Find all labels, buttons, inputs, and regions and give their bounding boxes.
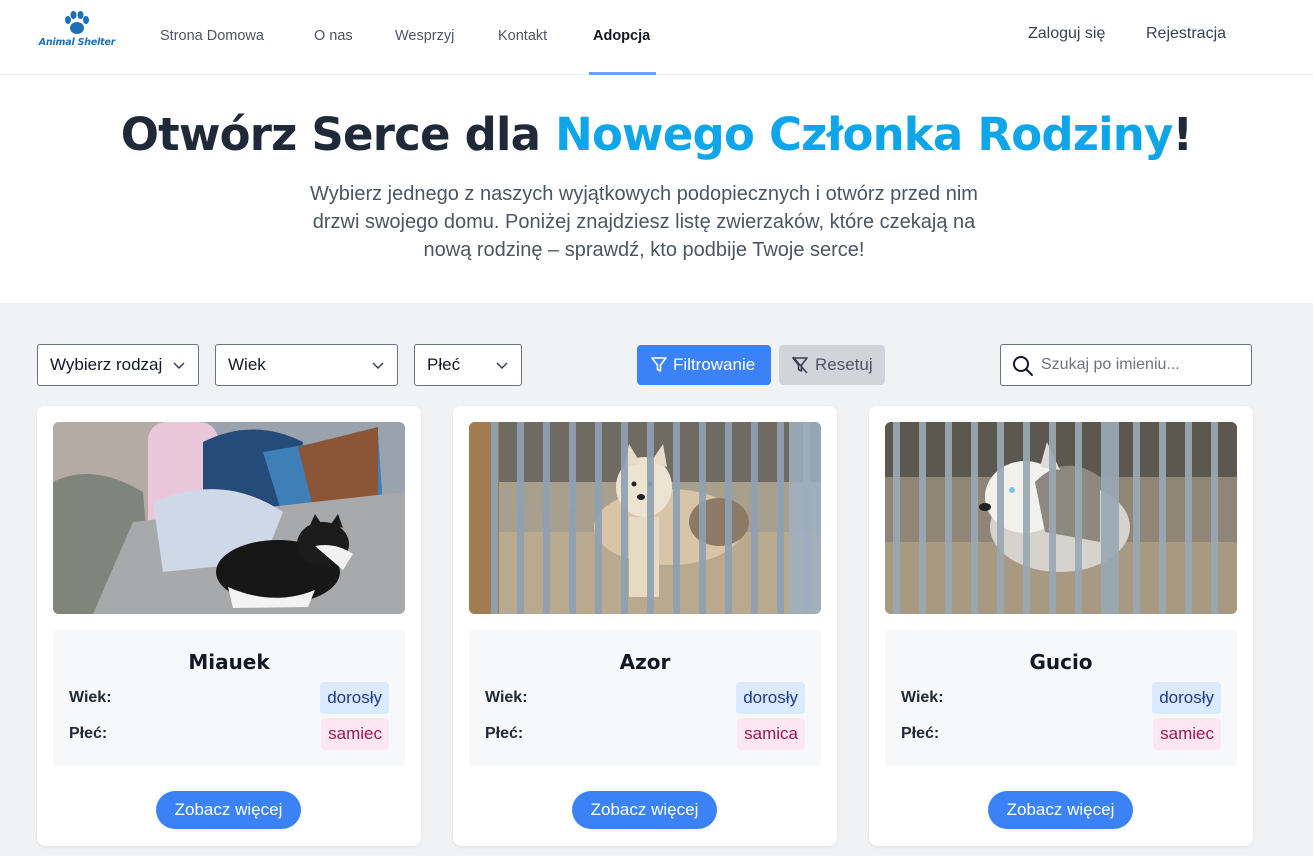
age-badge: dorosły bbox=[320, 682, 389, 714]
search-input[interactable] bbox=[1041, 353, 1241, 377]
chevron-down-icon bbox=[496, 362, 508, 370]
pet-name: Azor bbox=[619, 650, 671, 674]
sex-badge: samiec bbox=[1153, 718, 1221, 750]
search-icon bbox=[1013, 356, 1033, 376]
sex-select[interactable]: Płeć bbox=[414, 344, 522, 386]
filter-icon bbox=[651, 357, 667, 372]
pet-info: Miauek Wiek: dorosły Płeć: samiec bbox=[53, 630, 405, 766]
brand-logo[interactable]: Animal Shelter bbox=[36, 10, 118, 58]
sex-select-value: Płeć bbox=[427, 355, 461, 374]
brand-name: Animal Shelter bbox=[38, 37, 116, 48]
age-select-value: Wiek bbox=[228, 355, 266, 374]
chevron-down-icon bbox=[372, 362, 384, 370]
type-select-value: Wybierz rodzaj bbox=[50, 355, 163, 374]
pet-name: Miauek bbox=[188, 650, 270, 674]
pet-info: Gucio Wiek: dorosły Płeć: samiec bbox=[885, 630, 1237, 766]
pet-card: Azor Wiek: dorosły Płeć: samica Zobacz w… bbox=[453, 406, 837, 846]
filter-button[interactable]: Filtrowanie bbox=[637, 345, 771, 385]
age-label: Wiek: bbox=[69, 689, 112, 706]
see-more-button[interactable]: Zobacz więcej bbox=[988, 791, 1133, 829]
top-navbar: Animal Shelter Strona Domowa O nas Wespr… bbox=[0, 0, 1313, 75]
sex-badge: samica bbox=[737, 718, 805, 750]
type-select[interactable]: Wybierz rodzaj bbox=[37, 344, 199, 386]
sex-label: Płeć: bbox=[69, 725, 108, 742]
filter-off-icon bbox=[792, 356, 808, 374]
pet-info: Azor Wiek: dorosły Płeć: samica bbox=[469, 630, 821, 766]
pet-card: Miauek Wiek: dorosły Płeć: samiec Zobacz… bbox=[37, 406, 421, 846]
register-link[interactable]: Rejestracja bbox=[1146, 25, 1226, 43]
pet-photo[interactable] bbox=[469, 422, 821, 614]
pet-photo[interactable] bbox=[53, 422, 405, 614]
active-tab-indicator bbox=[589, 72, 656, 75]
sex-label: Płeć: bbox=[485, 725, 524, 742]
title-end: ! bbox=[1172, 108, 1194, 161]
pet-name: Gucio bbox=[1029, 650, 1093, 674]
paw-icon bbox=[65, 11, 89, 34]
nav-adoption[interactable]: Adopcja bbox=[593, 28, 650, 44]
page-title: Otwórz Serce dla Nowego Członka Rodziny! bbox=[0, 108, 1313, 161]
pet-photo[interactable] bbox=[885, 422, 1237, 614]
nav-support[interactable]: Wesprzyj bbox=[395, 28, 454, 44]
sex-badge: samiec bbox=[321, 718, 389, 750]
chevron-down-icon bbox=[173, 362, 185, 370]
filter-button-label: Filtrowanie bbox=[673, 355, 756, 374]
age-label: Wiek: bbox=[485, 689, 528, 706]
nav-home[interactable]: Strona Domowa bbox=[160, 28, 264, 44]
reset-button-label: Resetuj bbox=[815, 355, 873, 374]
sex-label: Płeć: bbox=[901, 725, 940, 742]
pet-card: Gucio Wiek: dorosły Płeć: samiec Zobacz … bbox=[869, 406, 1253, 846]
age-badge: dorosły bbox=[736, 682, 805, 714]
age-label: Wiek: bbox=[901, 689, 944, 706]
title-accent: Nowego Członka Rodziny bbox=[555, 108, 1173, 161]
age-badge: dorosły bbox=[1152, 682, 1221, 714]
see-more-button[interactable]: Zobacz więcej bbox=[156, 791, 301, 829]
login-link[interactable]: Zaloguj się bbox=[1028, 25, 1105, 43]
nav-contact[interactable]: Kontakt bbox=[498, 28, 547, 44]
title-start: Otwórz Serce dla bbox=[120, 108, 556, 161]
reset-button[interactable]: Resetuj bbox=[779, 345, 885, 385]
see-more-button[interactable]: Zobacz więcej bbox=[572, 791, 717, 829]
nav-about[interactable]: O nas bbox=[314, 28, 353, 44]
search-box[interactable] bbox=[1000, 344, 1252, 386]
age-select[interactable]: Wiek bbox=[215, 344, 398, 386]
adoption-listing: Wybierz rodzaj Wiek Płeć Filtrowanie Res… bbox=[0, 303, 1313, 856]
page-subtitle: Wybierz jednego z naszych wyjątkowych po… bbox=[310, 183, 978, 261]
